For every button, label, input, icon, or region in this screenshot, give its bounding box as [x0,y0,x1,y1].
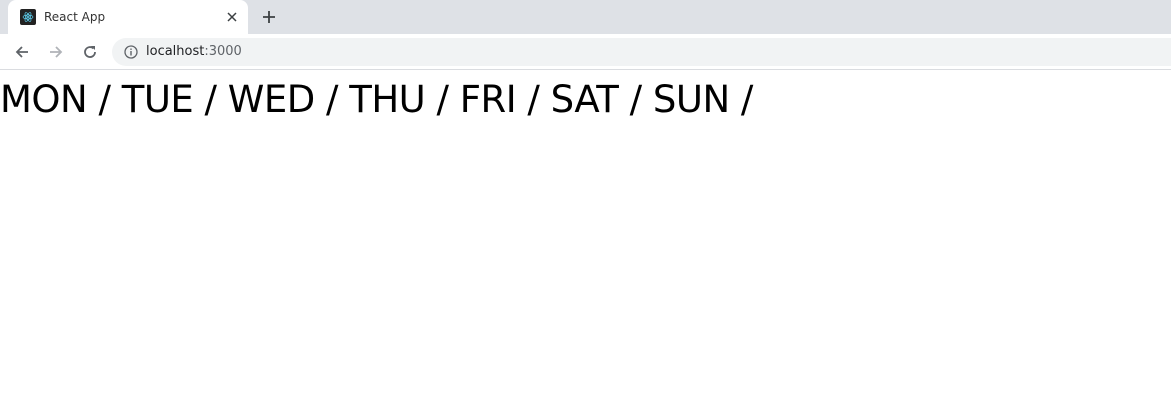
new-tab-button[interactable] [258,6,280,28]
day-item: SAT / [551,78,653,121]
day-label: TUE [121,78,194,121]
day-separator: / [618,78,653,121]
day-separator: / [314,78,350,121]
browser-toolbar: localhost:3000 [0,34,1171,70]
day-label: MON [0,78,88,121]
day-label: SUN [652,78,730,121]
day-separator: / [193,78,228,121]
address-bar[interactable]: localhost:3000 [112,37,1171,66]
tab-react-app[interactable]: React App [8,0,248,34]
browser-window: React App localhost:3000 MON / TUE / WED… [0,0,1171,409]
tab-strip: React App [0,0,1171,34]
forward-button[interactable] [42,38,70,66]
arrow-right-icon [50,45,63,58]
reload-icon [84,45,96,58]
url-text: localhost:3000 [146,44,242,59]
tab-title: React App [44,10,106,24]
url-host: localhost [146,44,205,59]
close-icon[interactable] [222,7,242,27]
weekday-list: MON / TUE / WED / THU / FRI / SAT / SUN … [0,81,1171,118]
day-item: SUN / [653,78,753,121]
plus-icon [263,11,275,23]
day-label: WED [227,78,315,121]
url-port: :3000 [204,44,242,59]
day-item: TUE / [122,78,228,121]
day-separator: / [87,78,122,121]
day-label: THU [349,78,426,121]
day-item: FRI / [460,78,551,121]
day-label: FRI [459,78,517,121]
page-content: MON / TUE / WED / THU / FRI / SAT / SUN … [0,81,1171,118]
day-item: THU / [349,78,460,121]
reload-button[interactable] [76,38,104,66]
day-label: SAT [550,78,619,121]
day-separator: / [516,78,551,121]
day-item: MON / [0,78,122,121]
day-item: WED / [228,78,349,121]
info-icon[interactable] [124,44,138,59]
day-separator: / [729,78,753,121]
react-logo-icon [20,9,36,25]
day-separator: / [425,78,460,121]
back-button[interactable] [8,38,36,66]
arrow-left-icon [15,45,28,58]
